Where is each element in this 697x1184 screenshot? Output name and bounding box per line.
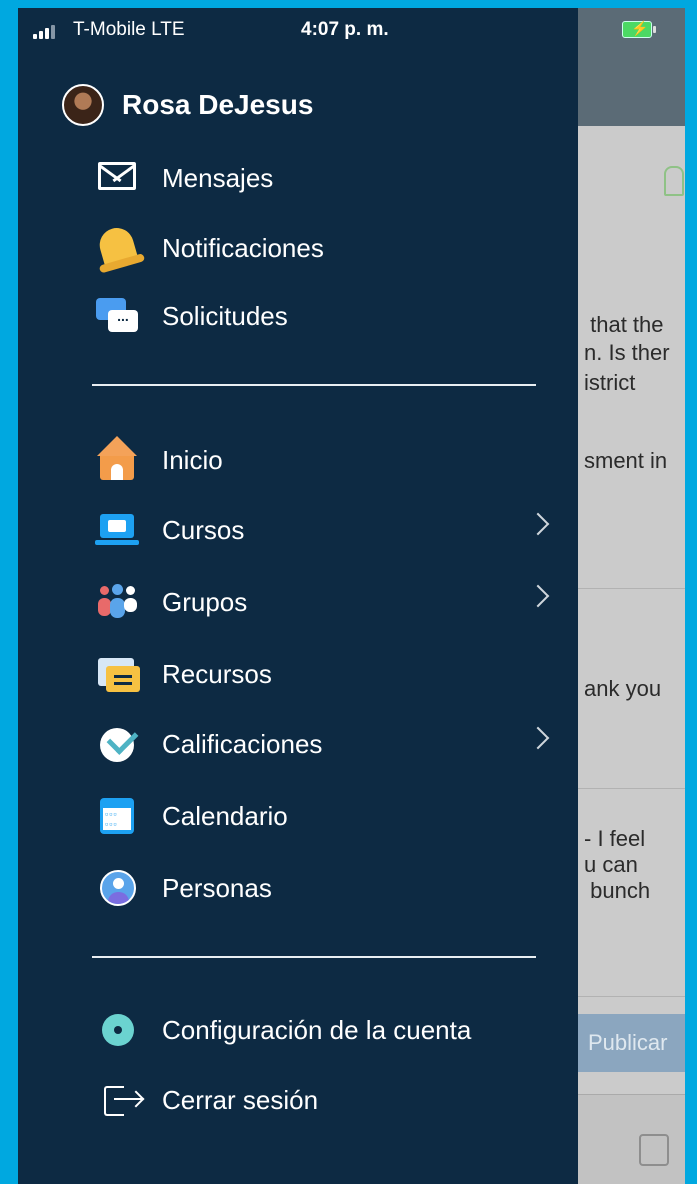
background-text: n. Is ther [584, 340, 670, 365]
menu-item-cerrar-sesion[interactable]: Cerrar sesión [92, 1076, 562, 1124]
battery-icon: ⚡ [622, 20, 656, 38]
menu-item-grupos[interactable]: Grupos [92, 578, 562, 626]
divider [578, 996, 685, 997]
background-text: that the [584, 312, 664, 337]
menu-item-label: Cerrar sesión [162, 1084, 319, 1115]
menu-item-label: Calificaciones [162, 728, 323, 759]
menu-item-label: Notificaciones [162, 232, 324, 263]
background-badge-icon [664, 166, 684, 196]
envelope-icon [92, 154, 144, 202]
menu-item-cursos[interactable]: Cursos [92, 506, 562, 554]
carrier-label: T-Mobile LTE [73, 19, 185, 40]
menu-item-label: Mensajes [162, 162, 274, 193]
chevron-right-icon[interactable] [526, 584, 550, 608]
menu-item-inicio[interactable]: Inicio [92, 436, 562, 484]
background-text: u can [584, 852, 638, 877]
menu-item-label: Grupos [162, 586, 248, 617]
bell-icon [92, 224, 144, 272]
menu-item-recursos[interactable]: Recursos [92, 650, 562, 698]
menu-item-configuracion[interactable]: Configuración de la cuenta [92, 1006, 562, 1054]
menu-item-calificaciones[interactable]: Calificaciones [92, 720, 562, 768]
menu-item-label: Calendario [162, 800, 288, 831]
laptop-book-icon [92, 506, 144, 554]
chevron-right-icon[interactable] [526, 512, 550, 536]
profile-name: Rosa DeJesus [122, 89, 314, 120]
menu-item-solicitudes[interactable]: ... Solicitudes [92, 292, 562, 340]
avatar [62, 84, 104, 126]
gear-icon [92, 1006, 144, 1054]
people-group-icon [92, 578, 144, 626]
status-bar: T-Mobile LTE 4:07 p. m. ⚡ [18, 8, 685, 52]
home-icon [92, 436, 144, 484]
person-icon [92, 864, 144, 912]
menu-item-label: Personas [162, 872, 272, 903]
menu-item-label: Solicitudes [162, 300, 288, 331]
navigation-drawer: Rosa DeJesus Mensajes Notificaciones ...… [18, 8, 578, 1184]
background-text: istrict [584, 370, 636, 395]
background-text: - I feel [584, 826, 646, 851]
folder-icon [92, 650, 144, 698]
menu-item-label: Recursos [162, 658, 272, 689]
menu-item-calendario[interactable]: Calendario [92, 792, 562, 840]
chevron-right-icon[interactable] [526, 726, 550, 750]
checkmark-icon [92, 720, 144, 768]
divider [578, 588, 685, 589]
background-text: ank you [584, 676, 662, 701]
signal-icon [33, 23, 67, 45]
logout-icon [92, 1076, 144, 1124]
menu-divider [92, 956, 536, 958]
background-text: sment in [584, 448, 668, 473]
profile-header[interactable]: Rosa DeJesus [62, 84, 313, 126]
menu-item-mensajes[interactable]: Mensajes [92, 154, 562, 202]
calendar-icon[interactable] [639, 1134, 669, 1166]
divider [578, 788, 685, 789]
menu-divider [92, 384, 536, 386]
menu-item-personas[interactable]: Personas [92, 864, 562, 912]
menu-item-notificaciones[interactable]: Notificaciones [92, 224, 562, 272]
menu-item-label: Configuración de la cuenta [162, 1014, 472, 1045]
phone-screen: that the n. Is ther istrict sment in ank… [18, 8, 685, 1184]
menu-item-label: Inicio [162, 444, 223, 475]
chat-bubbles-icon: ... [92, 292, 144, 340]
calendar-icon [92, 792, 144, 840]
publish-button[interactable]: Publicar [578, 1014, 685, 1072]
clock: 4:07 p. m. [301, 19, 389, 40]
menu-item-label: Cursos [162, 514, 245, 545]
background-text: bunch [584, 878, 651, 903]
